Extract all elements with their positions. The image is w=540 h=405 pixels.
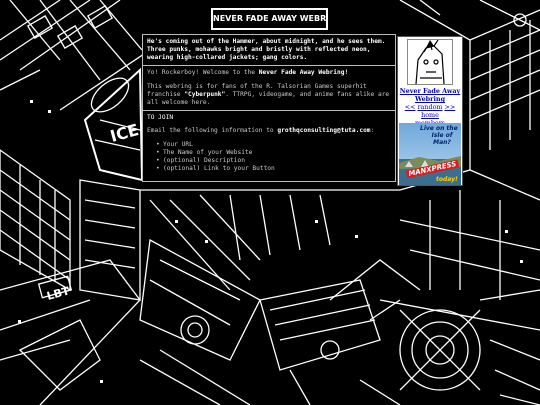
- main-content-panel: He's coming out of the Hammer, about mid…: [142, 34, 396, 182]
- next-site-link[interactable]: >>: [445, 103, 456, 111]
- list-item: Your URL: [156, 141, 391, 149]
- ad-line-2: Isle of Man?: [431, 132, 453, 146]
- home-link[interactable]: home: [398, 111, 462, 119]
- intro-quote: He's coming out of the Hammer, about mid…: [147, 38, 386, 61]
- random-site-link[interactable]: random: [418, 103, 443, 111]
- join-heading: TO JOIN: [147, 114, 174, 121]
- welcome-prefix: Yo! Rockerboy! Welcome to the: [147, 69, 259, 76]
- webring-logo: [407, 39, 453, 85]
- list-item: (optional) Description: [156, 157, 391, 165]
- ad-line-1: Live on the: [420, 125, 458, 132]
- webring-widget: Never Fade Away Webring << random >> hom…: [397, 36, 463, 186]
- join-email-address[interactable]: grothqconsulting@tuta.com: [277, 127, 370, 134]
- join-email-prefix: Email the following information to: [147, 127, 278, 134]
- about-text: This webring is for fans of the R. Talso…: [147, 83, 391, 107]
- franchise-name: "Cyberpunk": [184, 91, 226, 98]
- list-item: The Name of your Website: [156, 149, 391, 157]
- join-section: TO JOIN Email the following information …: [143, 110, 395, 176]
- join-email-suffix: :: [370, 127, 375, 134]
- prev-site-link[interactable]: <<: [405, 103, 416, 111]
- welcome-text: Yo! Rockerboy! Welcome to the Never Fade…: [147, 69, 391, 77]
- join-info-list: Your URL The Name of your Website (optio…: [147, 141, 391, 173]
- webring-name: Never Fade Away Webring!: [258, 69, 349, 76]
- ad-line-3: today!: [436, 176, 458, 183]
- welcome-section: Yo! Rockerboy! Welcome to the Never Fade…: [143, 65, 395, 110]
- site-title-banner: NEVER FADE AWAY WEBRING: [211, 8, 328, 30]
- webring-nav: << random >>: [398, 103, 462, 111]
- join-instructions: Email the following information to groth…: [147, 127, 391, 135]
- webring-name-link[interactable]: Never Fade Away Webring: [398, 87, 462, 103]
- intro-section: He's coming out of the Hammer, about mid…: [143, 35, 395, 65]
- list-item: (optional) Link to your Button: [156, 165, 391, 173]
